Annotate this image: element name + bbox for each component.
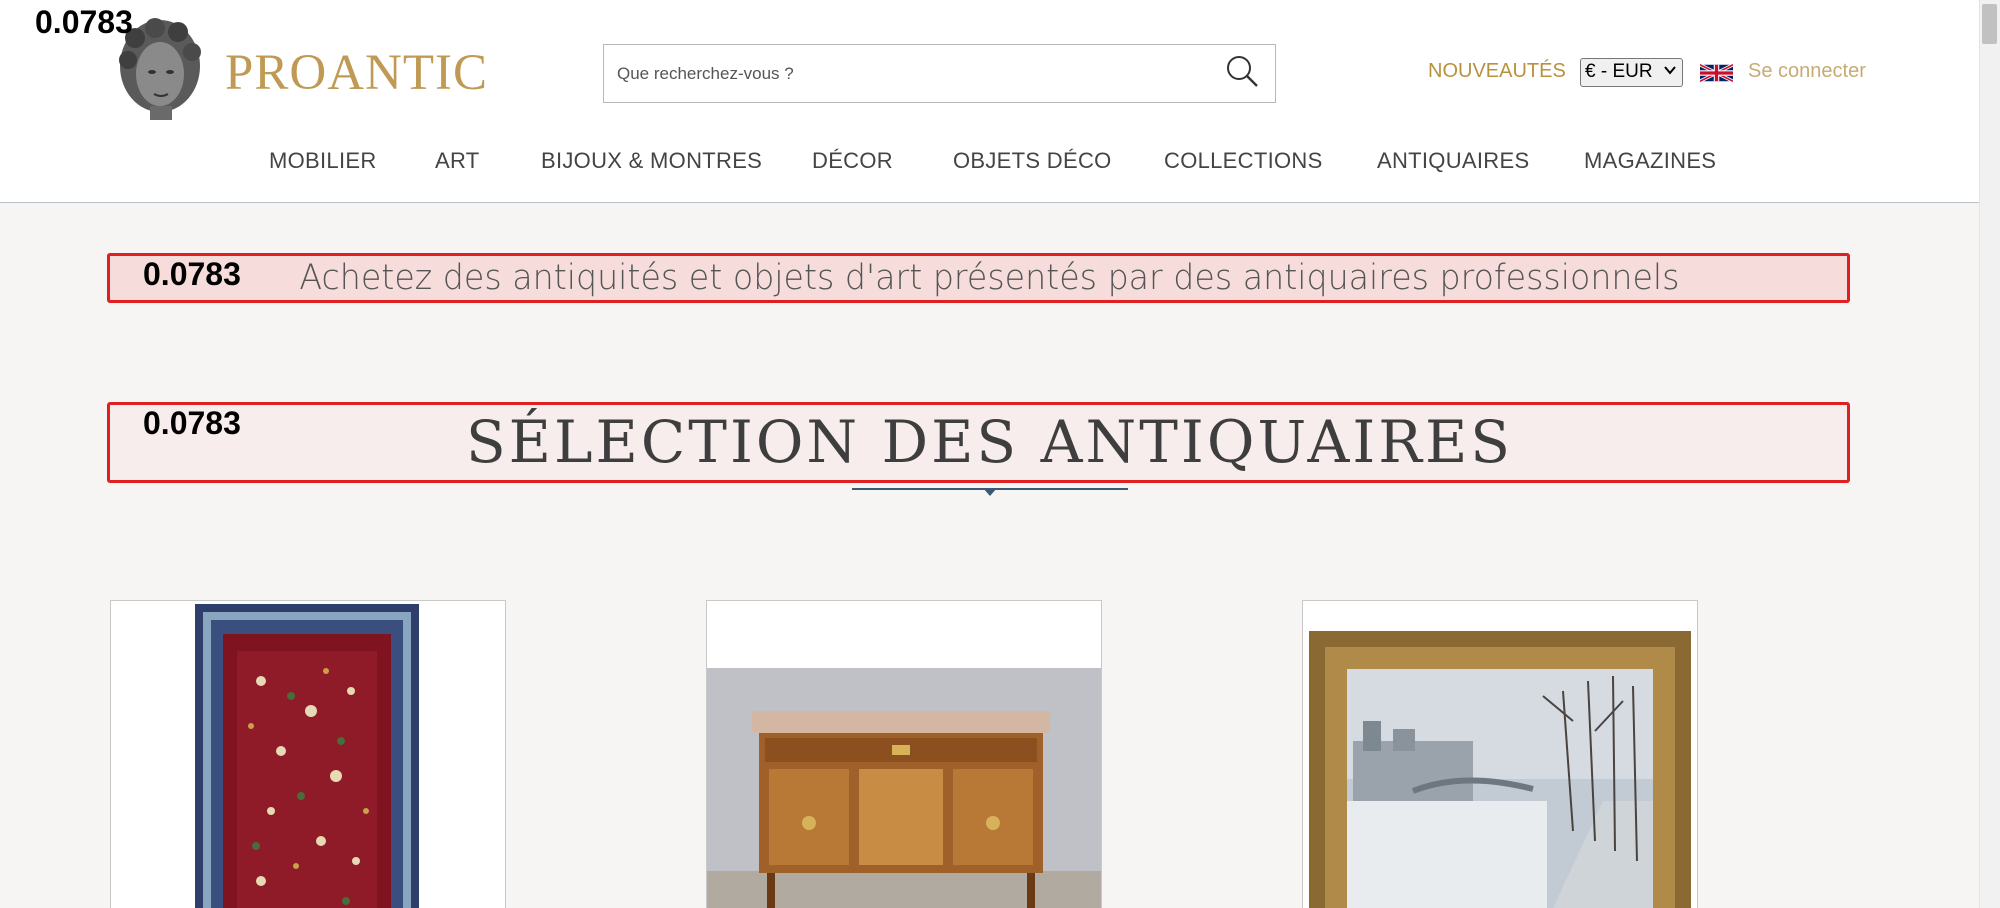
search-input[interactable]	[604, 45, 1204, 102]
search-icon[interactable]	[1224, 53, 1260, 89]
nav-item-bijoux-montres[interactable]: BIJOUX & MONTRES	[541, 148, 762, 174]
new-arrivals-link[interactable]: NOUVEAUTÉS	[1428, 60, 1566, 83]
login-link[interactable]: Se connecter	[1748, 60, 1866, 83]
product-image-painting	[1303, 601, 1697, 908]
chevron-down-icon	[1664, 66, 1676, 75]
score-overlay-section: 0.0783	[143, 405, 241, 441]
product-card-painting[interactable]	[1302, 600, 1698, 908]
score-overlay-tagline: 0.0783	[143, 256, 241, 292]
nav-item-antiquaires[interactable]: ANTIQUAIRES	[1377, 148, 1529, 174]
scrollbar-thumb[interactable]	[1982, 4, 1997, 44]
scrollbar[interactable]	[1979, 0, 2000, 908]
nav-item-objets-deco[interactable]: OBJETS DÉCO	[953, 148, 1112, 174]
nav-item-decor[interactable]: DÉCOR	[812, 148, 893, 174]
tagline-label: Achetez des antiquités et objets d'art p…	[299, 258, 1680, 298]
product-image-rug	[195, 604, 419, 908]
product-card-commode[interactable]	[706, 600, 1102, 908]
currency-select[interactable]: € - EUR	[1580, 58, 1683, 87]
nav-item-magazines[interactable]: MAGAZINES	[1584, 148, 1716, 174]
product-image-commode	[707, 668, 1101, 908]
title-divider-notch	[983, 488, 997, 496]
brand-name[interactable]: PROANTIC	[225, 44, 488, 102]
currency-selected-value: € - EUR	[1585, 61, 1653, 82]
nav-item-art[interactable]: ART	[435, 148, 480, 174]
main-nav: MOBILIER ART BIJOUX & MONTRES DÉCOR OBJE…	[0, 148, 1979, 178]
search-field[interactable]	[603, 44, 1276, 103]
score-overlay-top: 0.0783	[35, 4, 133, 40]
uk-flag-icon[interactable]	[1700, 61, 1733, 85]
tagline-text: Achetez des antiquités et objets d'art p…	[0, 253, 1979, 303]
nav-item-mobilier[interactable]: MOBILIER	[269, 148, 377, 174]
product-card-rug[interactable]	[110, 600, 506, 908]
section-title: SÉLECTION DES ANTIQUAIRES	[465, 408, 1514, 476]
nav-item-collections[interactable]: COLLECTIONS	[1164, 148, 1323, 174]
